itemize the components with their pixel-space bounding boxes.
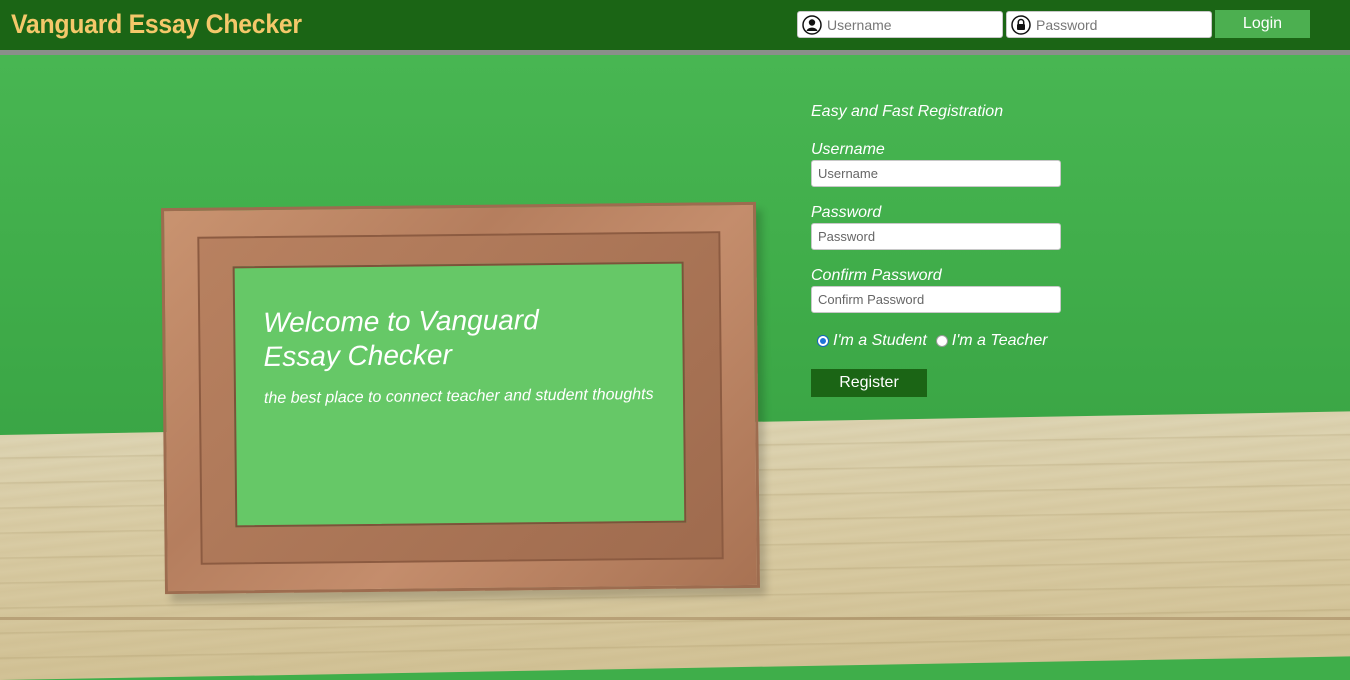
frame-inner-bevel: Welcome to Vanguard Essay Checker the be… bbox=[197, 231, 724, 565]
student-radio-label[interactable]: I'm a Student bbox=[833, 332, 927, 350]
student-radio[interactable] bbox=[817, 335, 829, 347]
teacher-radio[interactable] bbox=[935, 335, 948, 347]
login-button[interactable]: Login bbox=[1215, 10, 1310, 38]
header-password-field[interactable] bbox=[1006, 11, 1212, 38]
header-password-input[interactable] bbox=[1036, 13, 1206, 36]
picture-frame: Welcome to Vanguard Essay Checker the be… bbox=[160, 201, 761, 595]
register-username-input[interactable] bbox=[811, 160, 1061, 187]
welcome-heading-line2: Essay Checker bbox=[263, 339, 453, 373]
username-label: Username bbox=[811, 141, 885, 158]
lock-icon bbox=[1011, 14, 1031, 35]
role-selector: I'm a Student I'm a Teacher bbox=[817, 332, 1057, 350]
confirm-password-label: Confirm Password bbox=[811, 267, 942, 284]
table-edge-line bbox=[0, 617, 1350, 620]
brand-title: Vanguard Essay Checker bbox=[11, 9, 302, 39]
frame-green-panel: Welcome to Vanguard Essay Checker the be… bbox=[232, 261, 687, 528]
hero-background: Welcome to Vanguard Essay Checker the be… bbox=[0, 55, 1350, 680]
welcome-heading-line1: Welcome to Vanguard bbox=[263, 304, 539, 339]
teacher-radio-label[interactable]: I'm a Teacher bbox=[952, 332, 1048, 350]
welcome-subtitle: the best place to connect teacher and st… bbox=[263, 385, 654, 408]
register-button[interactable]: Register bbox=[811, 369, 927, 397]
welcome-heading: Welcome to Vanguard Essay Checker bbox=[263, 302, 644, 374]
top-header-bar: Vanguard Essay Checker Login bbox=[0, 0, 1350, 50]
confirm-password-input[interactable] bbox=[811, 286, 1061, 313]
register-password-input[interactable] bbox=[811, 223, 1061, 250]
header-username-field[interactable] bbox=[797, 11, 1003, 38]
user-icon bbox=[802, 14, 822, 35]
password-label: Password bbox=[811, 204, 882, 221]
header-username-input[interactable] bbox=[827, 13, 997, 36]
registration-title: Easy and Fast Registration bbox=[811, 103, 1004, 120]
